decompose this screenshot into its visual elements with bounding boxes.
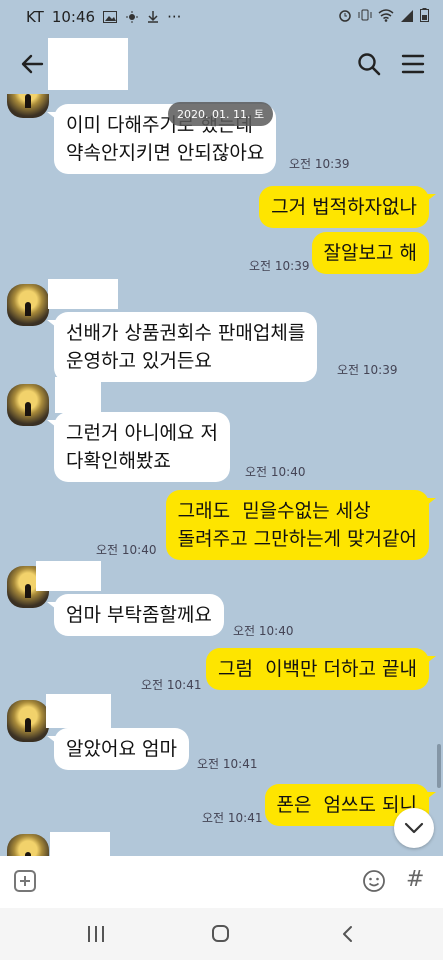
more-notifications: ··· bbox=[167, 8, 182, 26]
message-list[interactable]: 이미 다해주기로 했는데 약속안지키면 안되잖아요 2020. 01. 11. … bbox=[0, 94, 443, 856]
message-time: 오전 10:39 bbox=[249, 259, 310, 273]
message-time: 오전 10:41 bbox=[202, 811, 263, 825]
vibrate-icon bbox=[358, 9, 372, 21]
chevron-down-icon bbox=[404, 822, 424, 834]
message-bubble[interactable]: 엄마 부탁좀할께요 bbox=[47, 594, 224, 636]
sender-name-redacted bbox=[48, 279, 118, 309]
home-icon[interactable] bbox=[212, 925, 229, 942]
message-time: 오전 10:40 bbox=[245, 465, 306, 479]
message-time: 오전 10:39 bbox=[337, 363, 398, 377]
gallery-icon bbox=[103, 11, 118, 23]
message-bubble[interactable]: 그거 법적하자없나 bbox=[259, 186, 436, 228]
message-bubble[interactable]: 그래도 믿을수없는 세상 돌려주고 그만하는게 맞거같어 bbox=[165, 490, 437, 560]
wifi-icon bbox=[378, 8, 394, 22]
message-time: 오전 10:40 bbox=[233, 624, 294, 638]
emoji-icon[interactable] bbox=[362, 869, 386, 893]
chat-title-redacted bbox=[48, 38, 128, 90]
recent-apps-icon[interactable] bbox=[88, 926, 104, 942]
scrollbar[interactable] bbox=[437, 744, 441, 788]
battery-icon bbox=[420, 8, 429, 22]
download-icon bbox=[148, 11, 159, 23]
message-bubble[interactable]: 선배가 상품권회수 판매업체를 운영하고 있거든요 bbox=[46, 312, 318, 382]
message-bubble[interactable]: 그런거 아니에요 저 다확인해봤죠 bbox=[47, 412, 230, 482]
sender-name-redacted bbox=[46, 694, 111, 728]
status-bar: KT 10:46 ··· bbox=[0, 0, 443, 34]
back-icon[interactable] bbox=[338, 924, 358, 944]
avatar[interactable] bbox=[7, 384, 49, 426]
search-icon[interactable] bbox=[356, 51, 382, 77]
hashtag-search-button[interactable]: # bbox=[406, 867, 424, 892]
message-bubble[interactable]: 알았어요 엄마 bbox=[47, 728, 189, 770]
message-bubble[interactable]: 잘알보고 해 bbox=[311, 232, 429, 274]
chat-header bbox=[0, 34, 443, 94]
message-bubble[interactable]: 그럼 이백만 더하고 끝내 bbox=[206, 648, 436, 690]
message-time: 오전 10:41 bbox=[197, 757, 258, 771]
arrow-left-icon[interactable] bbox=[18, 50, 46, 78]
date-divider: 2020. 01. 11. 토 bbox=[168, 102, 274, 126]
sender-name-redacted bbox=[50, 832, 110, 856]
sender-name-redacted bbox=[36, 561, 101, 591]
avatar[interactable] bbox=[7, 700, 49, 742]
sender-name-redacted bbox=[55, 377, 101, 413]
scroll-to-bottom-button[interactable] bbox=[394, 808, 434, 848]
avatar[interactable] bbox=[7, 284, 49, 326]
message-time: 오전 10:41 bbox=[141, 678, 202, 692]
carrier-label: KT bbox=[26, 8, 44, 26]
weather-icon bbox=[126, 11, 139, 23]
avatar[interactable] bbox=[7, 94, 49, 118]
plus-box-icon[interactable] bbox=[14, 870, 36, 892]
avatar[interactable] bbox=[7, 834, 49, 856]
message-input-bar: # bbox=[0, 856, 443, 908]
alarm-icon bbox=[339, 10, 351, 22]
clock: 10:46 bbox=[51, 8, 96, 26]
system-navigation-bar bbox=[0, 908, 443, 960]
signal-icon bbox=[401, 9, 413, 22]
message-time: 오전 10:40 bbox=[96, 543, 157, 557]
hamburger-menu-icon[interactable] bbox=[400, 52, 426, 76]
message-time: 오전 10:39 bbox=[289, 157, 350, 171]
